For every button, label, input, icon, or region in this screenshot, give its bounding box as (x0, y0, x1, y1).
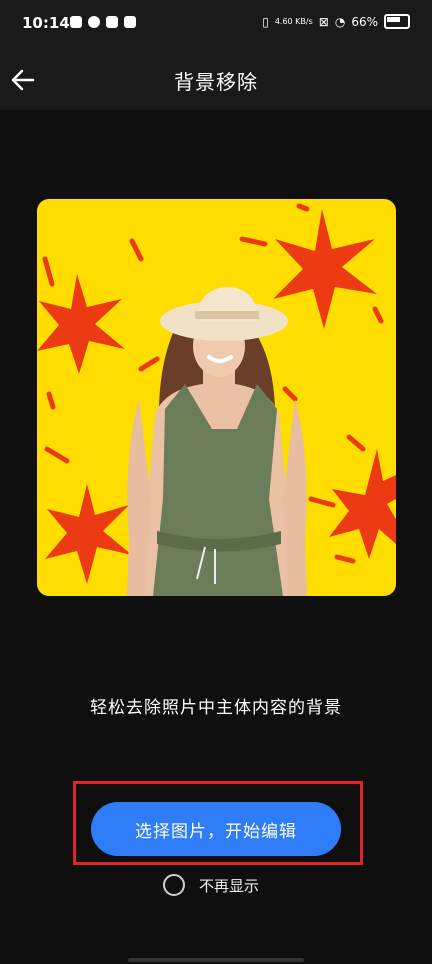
battery-level: 66% (351, 14, 378, 29)
dont-show-again-label: 不再显示 (199, 876, 260, 895)
page-title: 背景移除 (174, 70, 258, 94)
radio-unchecked-icon[interactable] (163, 874, 185, 896)
notification-icons (70, 16, 136, 28)
feature-description: 轻松去除照片中主体内容的背景 (90, 698, 342, 718)
mail-icon (124, 16, 136, 28)
calendar-icon (70, 16, 82, 28)
app-header: 背景移除 (0, 52, 432, 110)
home-indicator (128, 958, 304, 962)
select-image-button[interactable]: 选择图片，开始编辑 (91, 802, 341, 856)
dont-show-again-option[interactable]: 不再显示 (163, 874, 259, 896)
preview-illustration (37, 199, 396, 596)
status-time: 10:14 (22, 14, 70, 32)
system-indicators: ▯ 4.60 KB/s ⊠ ◔ 66% (262, 14, 410, 29)
app-notification-icon (88, 16, 100, 28)
preview-image (37, 199, 396, 596)
status-bar: 10:14 ▯ 4.60 KB/s ⊠ ◔ 66% (0, 0, 432, 52)
no-sim-icon: ⊠ (318, 14, 329, 29)
tiktok-icon (106, 16, 118, 28)
wifi-icon: ◔ (334, 14, 346, 29)
battery-icon (384, 14, 410, 29)
vibrate-icon: ▯ (262, 14, 269, 29)
network-speed: 4.60 KB/s (274, 16, 313, 26)
